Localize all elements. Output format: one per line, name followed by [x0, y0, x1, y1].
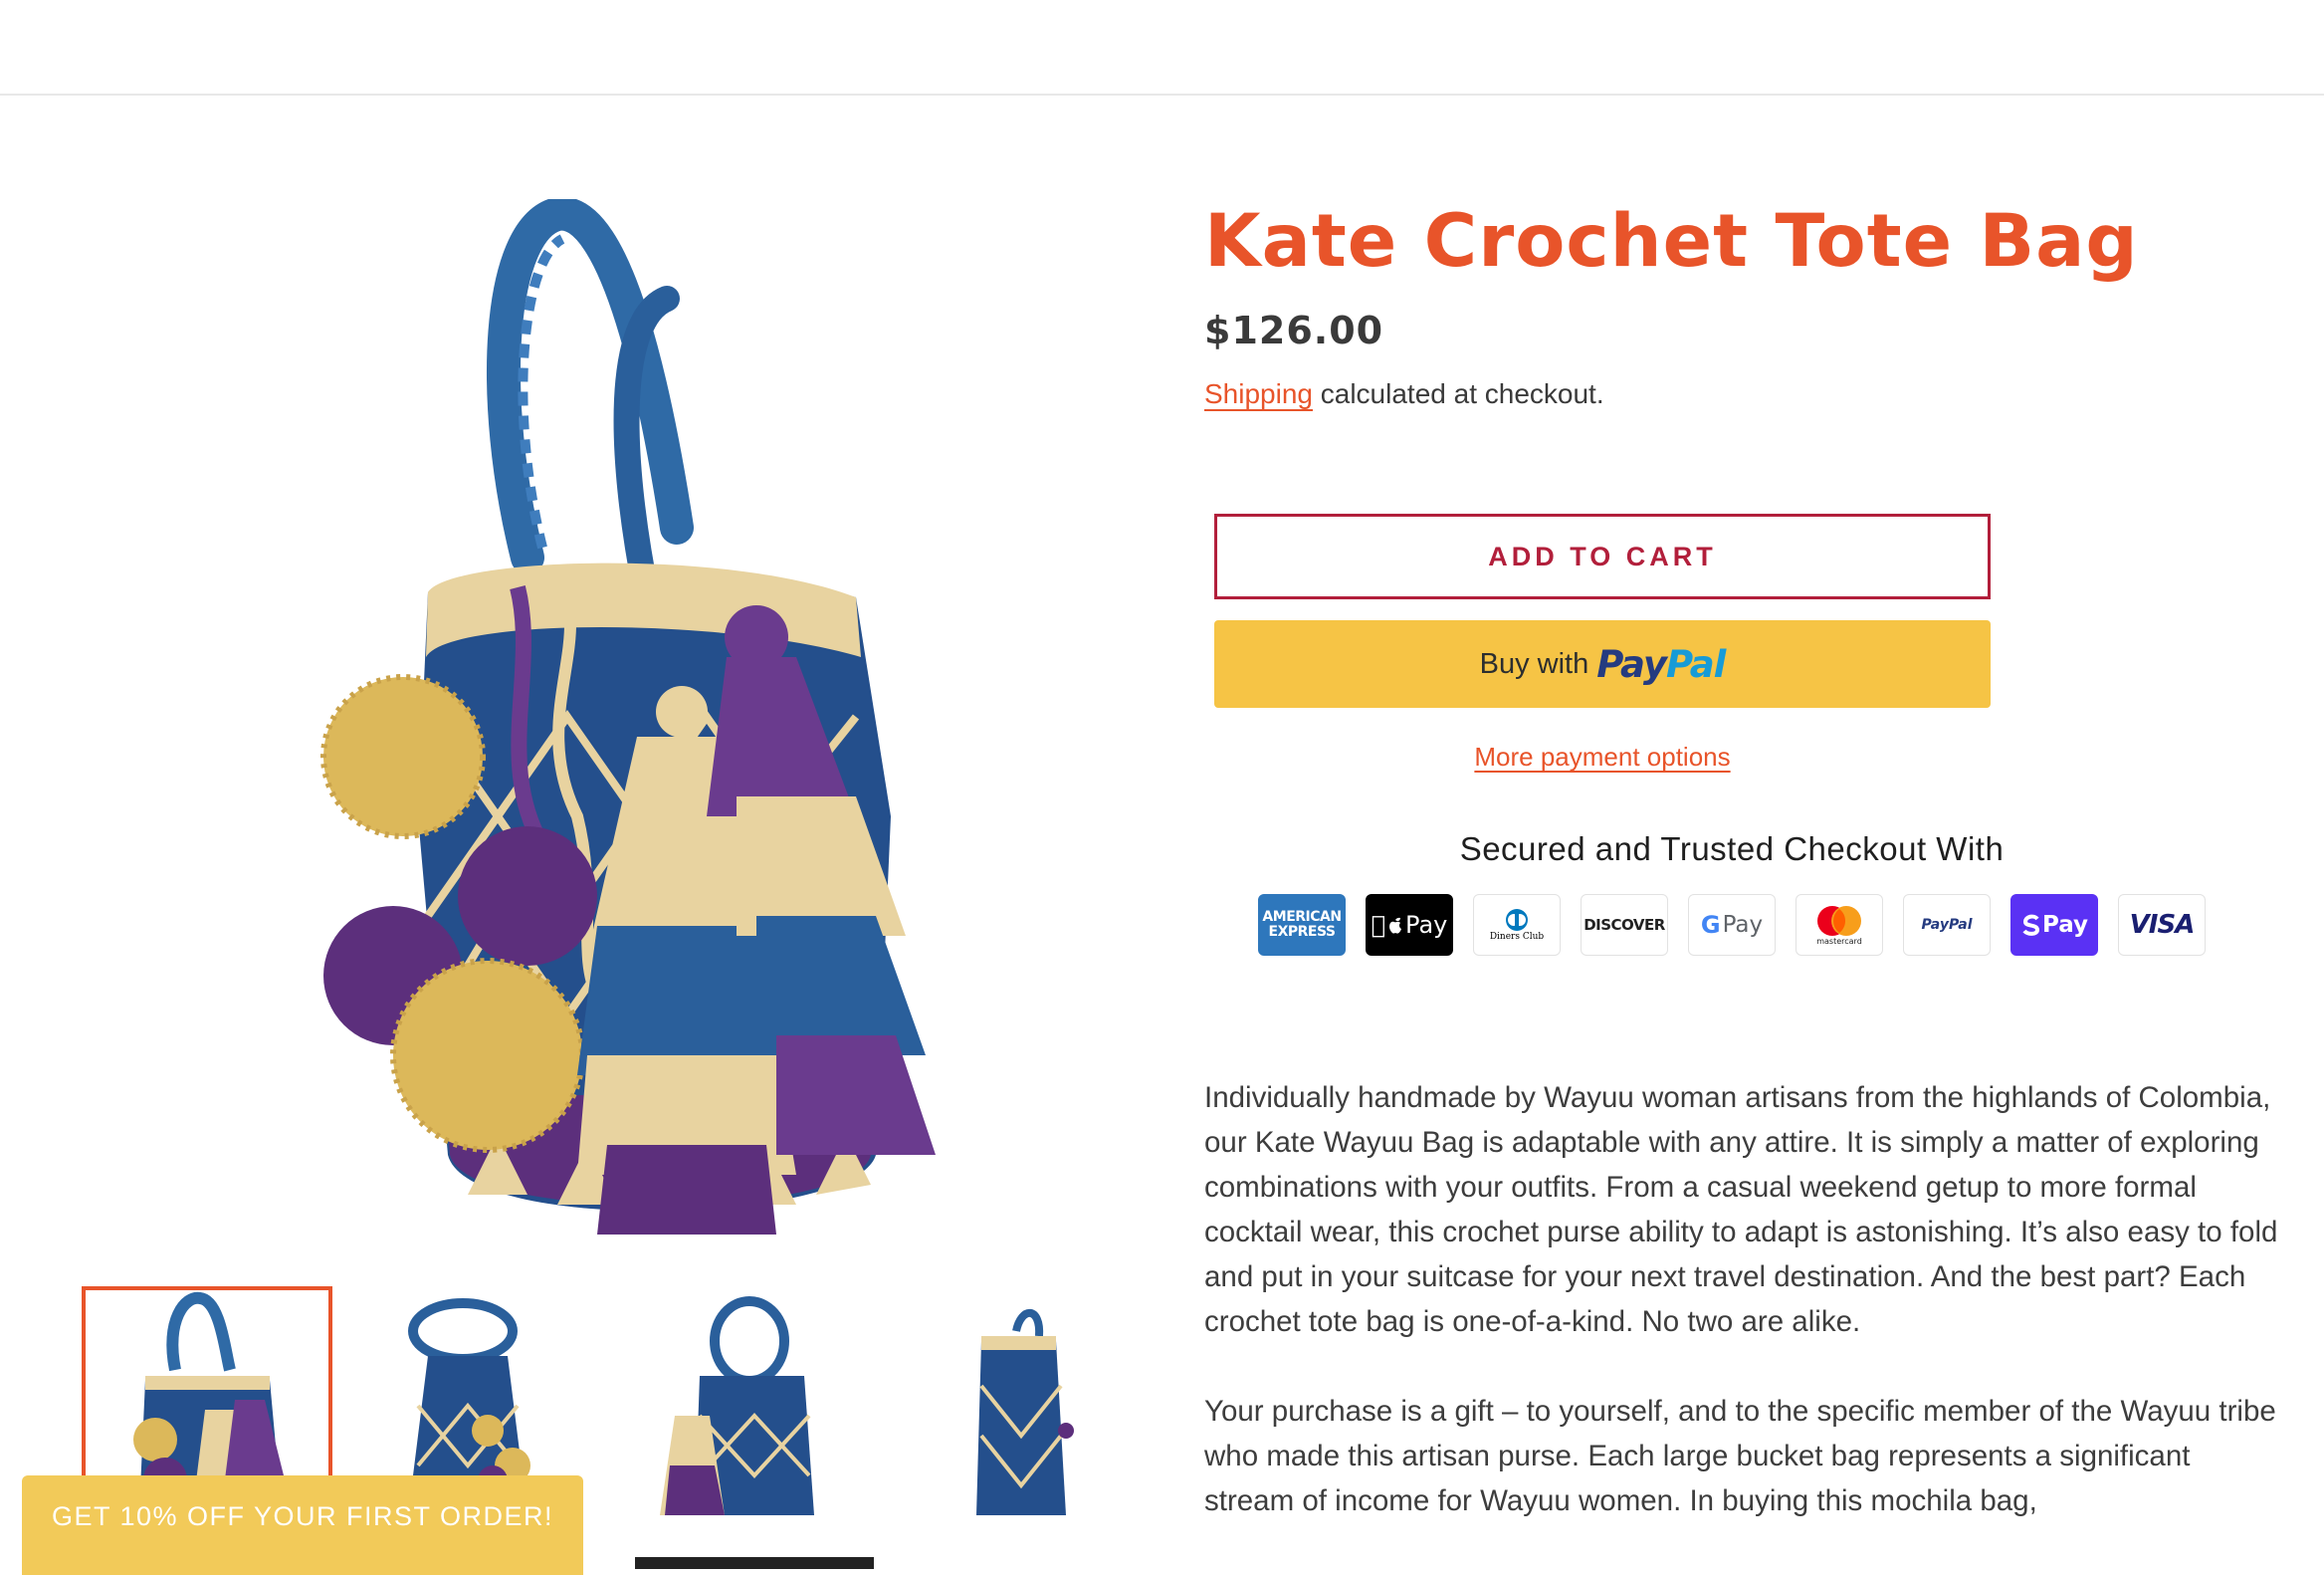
visa-label: VISA	[2129, 910, 2196, 940]
shipping-note: Shipping calculated at checkout.	[1204, 378, 1604, 410]
first-order-discount-button[interactable]: GET 10% OFF YOUR FIRST ORDER!	[22, 1475, 583, 1575]
payment-icons-row: AMERICAN EXPRESS  Pay Diners Club DISCO…	[1258, 894, 2214, 956]
buy-with-paypal-button[interactable]: Buy with PayPal	[1214, 620, 1991, 708]
thumbnail-row-2-edge-2	[635, 1557, 874, 1569]
paypal-logo-pal: Pal	[1665, 642, 1726, 686]
shop-pay-icon: Pay	[2010, 894, 2098, 956]
paypal-logo-pay: Pay	[1596, 642, 1667, 686]
american-express-icon: AMERICAN EXPRESS	[1258, 894, 1346, 956]
diners-club-icon: Diners Club	[1473, 894, 1561, 956]
visa-icon: VISA	[2118, 894, 2206, 956]
shipping-link[interactable]: Shipping	[1204, 378, 1313, 409]
paypal-button-label: Buy with	[1479, 647, 1589, 680]
mastercard-icon: mastercard	[1796, 894, 1883, 956]
shop-pay-label: Pay	[2041, 912, 2089, 938]
paypal-logo: PayPal	[1596, 642, 1726, 686]
apple-pay-icon:  Pay	[1366, 894, 1453, 956]
product-price: $126.00	[1204, 309, 1384, 352]
apple-pay-label: Pay	[1397, 911, 1447, 939]
google-pay-label: Pay	[1722, 912, 1764, 938]
apple-logo-icon: 	[1372, 911, 1385, 939]
mastercard-label: mastercard	[1816, 936, 1862, 946]
shipping-note-text: calculated at checkout.	[1312, 378, 1604, 409]
amex-line-1: AMERICAN	[1262, 909, 1342, 925]
paypal-icon-label: PayPal	[1921, 917, 1973, 933]
product-title: Kate Crochet Tote Bag	[1204, 199, 2139, 284]
google-pay-icon: G Pay	[1688, 894, 1776, 956]
description-paragraph-1: Individually handmade by Wayuu woman art…	[1204, 1081, 2278, 1338]
paypal-icon: PayPal	[1903, 894, 1991, 956]
secured-checkout-heading: Secured and Trusted Checkout With	[1459, 830, 2005, 867]
google-g-icon: G	[1700, 911, 1721, 939]
product-main-image[interactable]	[299, 196, 995, 1244]
discover-label: DISCOVER	[1584, 916, 1665, 934]
diners-club-logo-icon	[1506, 909, 1528, 931]
description-paragraph-2: Your purchase is a gift – to yourself, a…	[1204, 1395, 2276, 1517]
more-payment-options-link[interactable]: More payment options	[1214, 742, 1991, 773]
discover-icon: DISCOVER	[1581, 894, 1668, 956]
thumbnail-3[interactable]	[615, 1286, 866, 1515]
thumbnail-4[interactable]	[882, 1286, 1133, 1515]
add-to-cart-button[interactable]: ADD TO CART	[1214, 514, 1991, 599]
mastercard-circles-icon	[1817, 905, 1861, 936]
crochet-bag-illustration	[320, 196, 936, 1235]
site-header	[0, 0, 2324, 96]
diners-club-label: Diners Club	[1489, 932, 1545, 942]
amex-line-2: EXPRESS	[1268, 924, 1337, 940]
apple-glyph-icon	[1389, 917, 1402, 934]
shop-pay-s-icon	[2022, 914, 2039, 936]
product-description: Individually handmade by Wayuu woman art…	[1204, 1075, 2279, 1568]
